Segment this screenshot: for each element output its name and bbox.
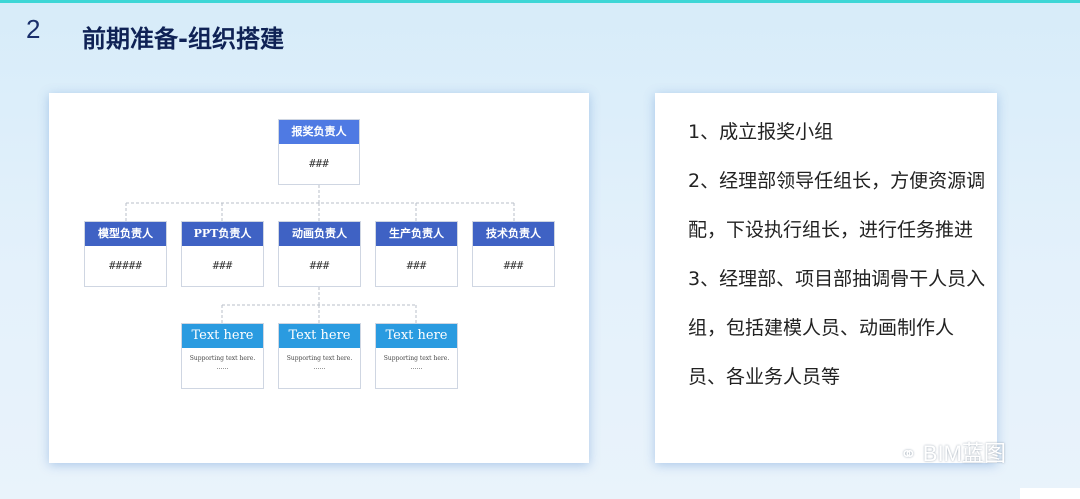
- watermark-text: BIM蓝图: [922, 441, 1006, 466]
- org-node-title: 动画负责人: [279, 222, 360, 246]
- org-node-middle: 动画负责人 ###: [278, 221, 361, 287]
- org-node-title: Text here: [182, 324, 263, 348]
- org-node-middle: 技术负责人 ###: [472, 221, 555, 287]
- slide-number: 2: [26, 14, 41, 44]
- org-node-value: ###: [406, 259, 427, 272]
- org-node-title: 生产负责人: [376, 222, 457, 246]
- org-node-value: ###: [212, 259, 233, 272]
- org-node-title: Text here: [279, 324, 360, 348]
- org-node-title: Text here: [376, 324, 457, 348]
- org-node-bottom: Text here Supporting text here. ……: [181, 323, 264, 389]
- org-node-value: #####: [108, 259, 143, 272]
- org-node-ellipsis: ……: [313, 364, 326, 371]
- org-node-title: PPT负责人: [182, 222, 263, 246]
- top-accent-line: [0, 0, 1080, 3]
- org-node-title: 报奖负责人: [279, 120, 359, 144]
- note-item: 3、经理部、项目部抽调骨干人员入组，包括建模人员、动画制作人员、各业务人员等: [688, 268, 986, 388]
- wechat-icon: ⚭: [900, 444, 917, 466]
- org-node-middle: 生产负责人 ###: [375, 221, 458, 287]
- org-node-middle: 模型负责人 #####: [84, 221, 167, 287]
- watermark: ⚭ BIM蓝图: [900, 436, 1006, 468]
- org-node-top: 报奖负责人 ###: [278, 119, 360, 185]
- org-node-bottom: Text here Supporting text here. ……: [278, 323, 361, 389]
- org-node-value: ###: [309, 157, 329, 170]
- org-node-bottom: Text here Supporting text here. ……: [375, 323, 458, 389]
- notes-list: 1、成立报奖小组 2、经理部领导任组长，方便资源调配，下设执行组长，进行任务推进…: [688, 108, 988, 402]
- org-node-title: 模型负责人: [85, 222, 166, 246]
- org-node-text: Supporting text here. ……: [182, 348, 263, 372]
- org-node-value: ###: [309, 259, 330, 272]
- org-node-ellipsis: ……: [410, 364, 423, 371]
- org-node-text: Supporting text here. ……: [279, 348, 360, 372]
- org-node-supporting-text: Supporting text here.: [286, 355, 353, 362]
- slide-title: 前期准备-组织搭建: [82, 25, 284, 53]
- org-node-text: Supporting text here. ……: [376, 348, 457, 372]
- org-node-middle: PPT负责人 ###: [181, 221, 264, 287]
- corner-strip: [1020, 488, 1080, 499]
- org-node-supporting-text: Supporting text here.: [189, 355, 256, 362]
- org-chart-panel: 报奖负责人 ### 模型负责人 ##### PPT负责人 ### 动画负责人 #…: [49, 93, 589, 463]
- note-item: 2、经理部领导任组长，方便资源调配，下设执行组长，进行任务推进: [688, 170, 986, 241]
- org-node-value: ###: [503, 259, 524, 272]
- org-node-supporting-text: Supporting text here.: [383, 355, 450, 362]
- org-node-ellipsis: ……: [216, 364, 229, 371]
- note-item: 1、成立报奖小组: [688, 121, 834, 143]
- org-node-title: 技术负责人: [473, 222, 554, 246]
